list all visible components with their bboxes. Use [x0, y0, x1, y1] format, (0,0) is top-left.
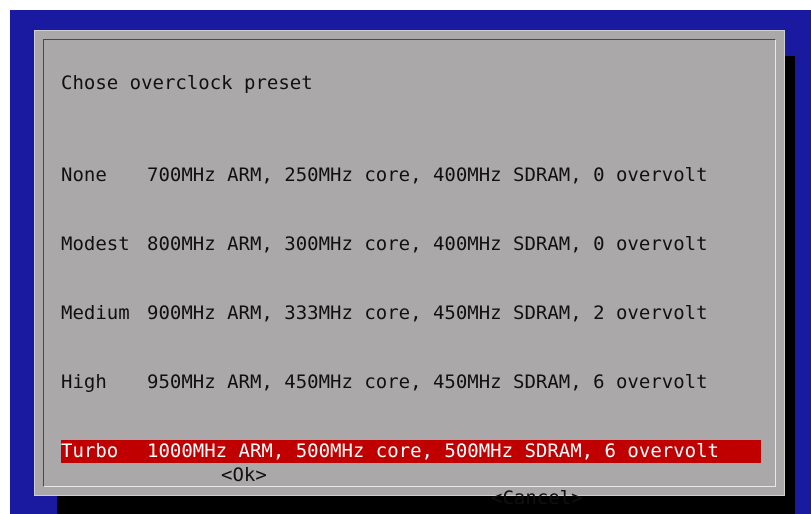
- menu-item-tag: High: [61, 371, 107, 393]
- dialog-buttons: <Ok> <Cancel>: [35, 441, 784, 514]
- menu-item-none[interactable]: None 700MHz ARM, 250MHz core, 400MHz SDR…: [61, 164, 761, 187]
- menu-item-tag: Medium: [61, 302, 130, 324]
- menu-item-modest[interactable]: Modest 800MHz ARM, 300MHz core, 400MHz S…: [61, 233, 761, 256]
- dialog-title: Chose overclock preset: [61, 72, 313, 94]
- menu-item-tag: Modest: [61, 233, 130, 255]
- terminal-screen: Chose overclock preset None 700MHz ARM, …: [10, 10, 811, 514]
- ok-button[interactable]: <Ok>: [221, 464, 267, 487]
- menu-item-desc: 700MHz ARM, 250MHz core, 400MHz SDRAM, 0…: [147, 164, 708, 186]
- menu-item-desc: 950MHz ARM, 450MHz core, 450MHz SDRAM, 6…: [147, 371, 708, 393]
- menu-item-medium[interactable]: Medium 900MHz ARM, 333MHz core, 450MHz S…: [61, 302, 761, 325]
- menu-item-tag: None: [61, 164, 107, 186]
- menu-item-high[interactable]: High 950MHz ARM, 450MHz core, 450MHz SDR…: [61, 371, 761, 394]
- menu-item-desc: 900MHz ARM, 333MHz core, 450MHz SDRAM, 2…: [147, 302, 708, 324]
- menu-item-desc: 800MHz ARM, 300MHz core, 400MHz SDRAM, 0…: [147, 233, 708, 255]
- cancel-button[interactable]: <Cancel>: [491, 487, 583, 510]
- overclock-dialog: Chose overclock preset None 700MHz ARM, …: [34, 30, 785, 509]
- dialog-shadow-right: [785, 56, 795, 514]
